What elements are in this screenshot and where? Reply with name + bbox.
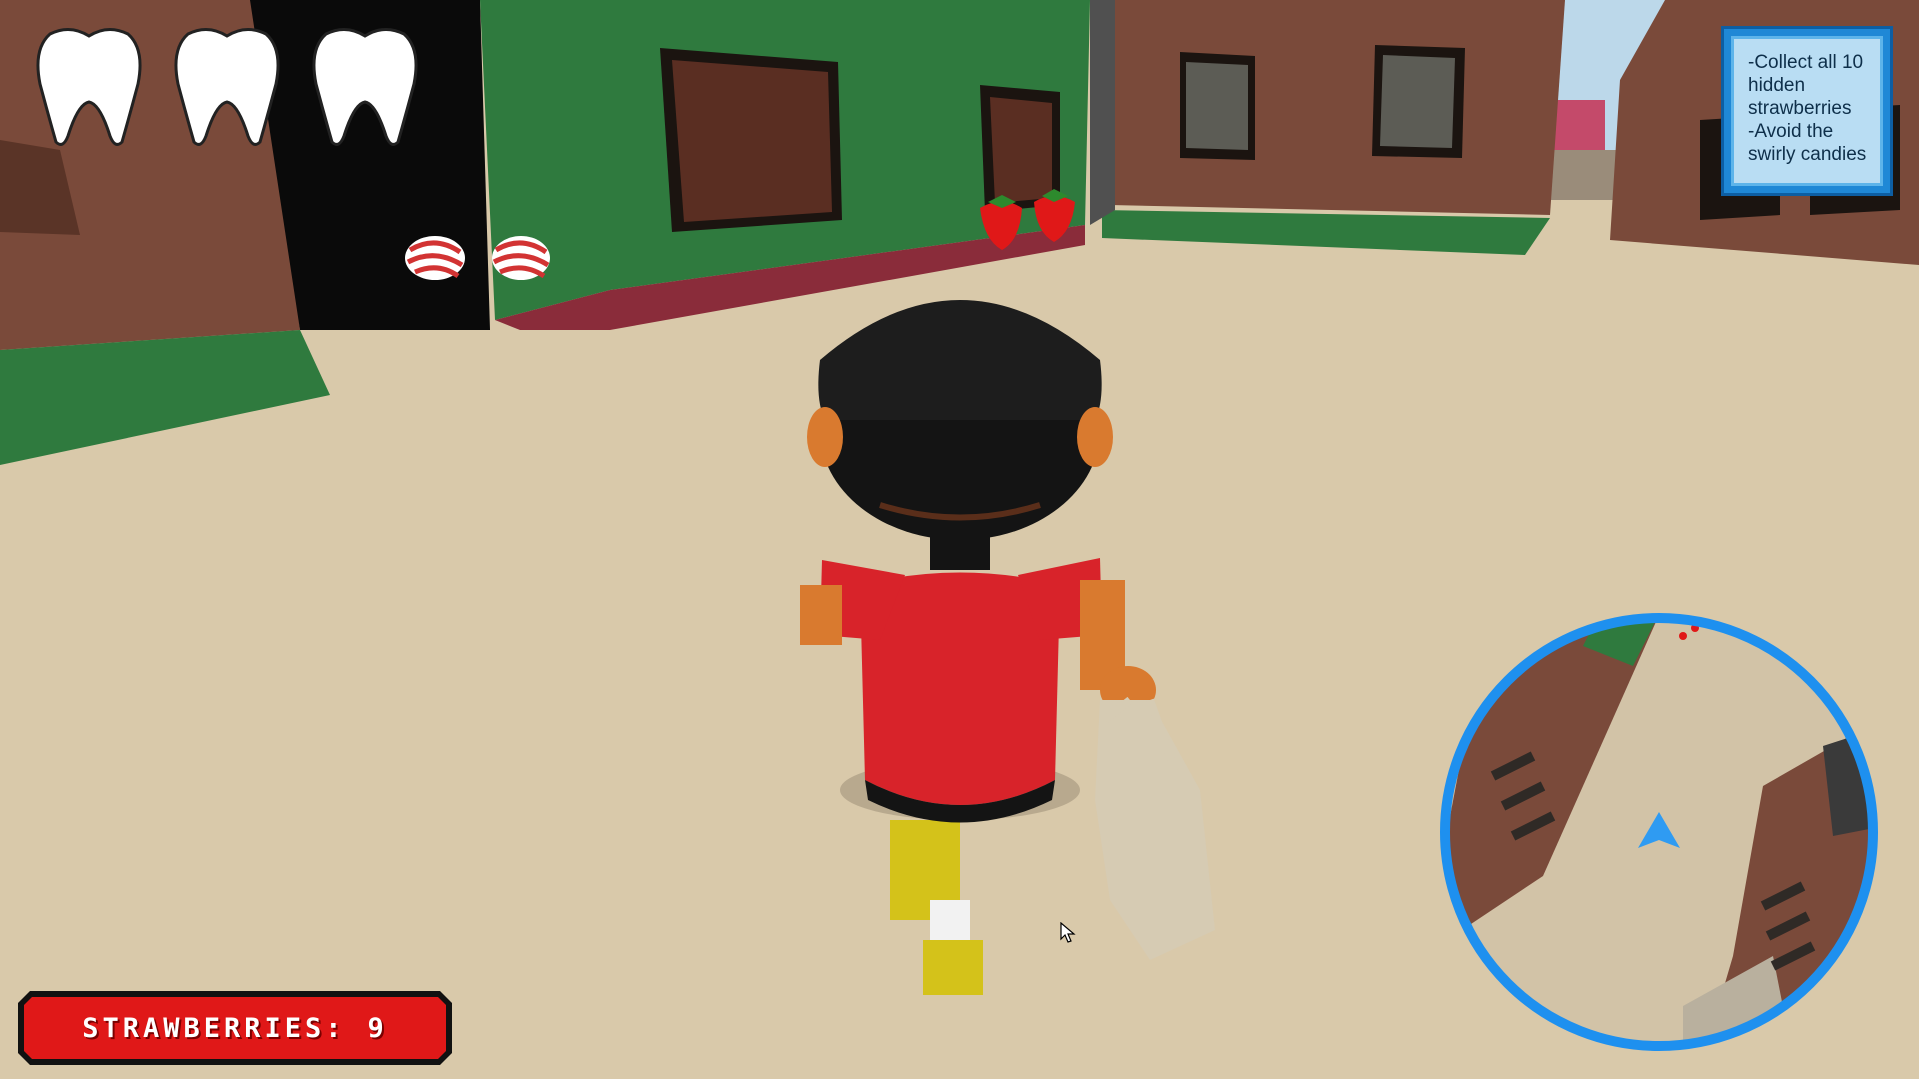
swirly-candy (405, 236, 465, 280)
objectives-text: -Collect all 10 hidden strawberries -Avo… (1731, 36, 1883, 186)
mouse-cursor-icon (1060, 922, 1076, 943)
objective-line: -Collect all 10 (1748, 52, 1864, 73)
strawberry-counter: STRAWBERRIES: 9 (18, 991, 452, 1065)
lives-display (30, 24, 424, 149)
counter-label: STRAWBERRIES: (82, 1012, 346, 1044)
objective-line: -Avoid the (1748, 121, 1834, 142)
minimap (1440, 613, 1878, 1051)
objective-line: hidden (1748, 75, 1806, 96)
tooth-icon (174, 28, 280, 146)
objective-line: strawberries (1748, 98, 1852, 119)
building-brown-right (1110, 0, 1565, 215)
objectives-panel: -Collect all 10 hidden strawberries -Avo… (1721, 26, 1893, 196)
tooth-icon (36, 28, 142, 146)
counter-value: 9 (367, 1012, 388, 1044)
objective-line: swirly candies (1748, 144, 1867, 165)
tooth-icon (312, 28, 418, 146)
swirly-candy (492, 236, 550, 280)
